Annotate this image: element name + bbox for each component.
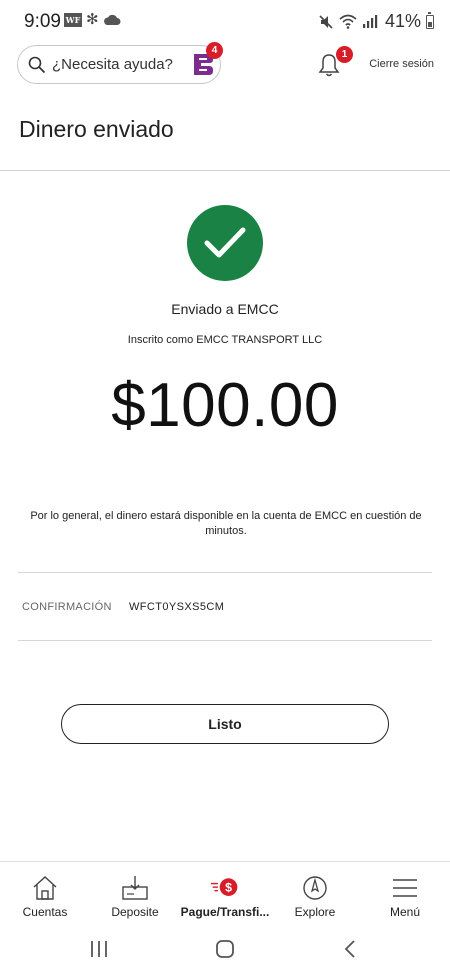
nav-item-accounts[interactable]: Cuentas (0, 862, 90, 924)
battery-percent: 41% (384, 11, 421, 31)
signal-icon (362, 15, 378, 28)
enrolled-as-text: Inscrito como EMCC TRANSPORT LLC (127, 334, 323, 346)
sent-to-text: Enviado a EMCC (171, 301, 279, 317)
home-icon (30, 874, 60, 902)
confirmation-label: CONFIRMACIÓN (22, 601, 112, 613)
notifications-button[interactable]: 1 (316, 46, 353, 80)
status-time: 9:09 (24, 11, 61, 32)
cloud-icon (103, 14, 121, 25)
compass-icon (300, 874, 330, 902)
home-button-icon[interactable] (214, 938, 236, 960)
back-icon[interactable] (342, 938, 358, 960)
battery-icon (426, 12, 434, 29)
availability-note: Por lo general, el dinero estará disponi… (30, 510, 422, 537)
assistant-button[interactable]: 4 (189, 42, 223, 78)
logout-link[interactable]: Cierre sesión (369, 58, 434, 70)
status-right-icons: 41% (318, 11, 434, 32)
page-title-bar: Dinero enviado (0, 92, 450, 171)
nav-label: Deposite (111, 905, 159, 919)
nav-item-menu[interactable]: Menú (360, 862, 450, 924)
deposit-icon (120, 874, 150, 902)
recent-apps-icon[interactable] (89, 938, 109, 960)
app-header: ¿Necesita ayuda? 4 1 Cierre sesión (0, 42, 450, 92)
wifi-icon (339, 14, 357, 29)
divider (18, 640, 432, 641)
assistant-badge: 4 (206, 42, 223, 59)
wf-app-icon: WF (64, 13, 82, 27)
pay-transfer-icon: $ (210, 874, 240, 902)
hamburger-icon (390, 874, 420, 902)
status-left-icons: WF ✻ (64, 12, 121, 28)
help-search-input[interactable]: ¿Necesita ayuda? 4 (17, 42, 223, 84)
mute-icon (319, 14, 333, 29)
search-icon (28, 56, 46, 73)
system-nav (0, 924, 450, 975)
nav-item-pay-transfer[interactable]: $ Pague/Transfi... (180, 862, 270, 924)
search-placeholder: ¿Necesita ayuda? (52, 56, 173, 73)
nav-label: Cuentas (22, 905, 68, 919)
amount-sent: $100.00 (111, 371, 339, 440)
svg-text:$: $ (225, 881, 232, 895)
done-button[interactable]: Listo (61, 704, 389, 744)
nav-label: Explore (294, 905, 336, 919)
flower-icon: ✻ (86, 11, 99, 28)
nav-item-explore[interactable]: Explore (270, 862, 360, 924)
page-title: Dinero enviado (19, 116, 174, 142)
nav-label: Menú (389, 905, 421, 919)
divider (18, 572, 432, 573)
success-check-icon (187, 205, 263, 281)
nav-label: Pague/Transfi... (180, 905, 270, 919)
confirmation-code: WFCT0YSXS5CM (129, 601, 225, 613)
status-bar: 9:09 WF ✻ 41% (0, 0, 450, 42)
notifications-badge: 1 (336, 46, 353, 63)
nav-item-deposit[interactable]: Deposite (90, 862, 180, 924)
bottom-nav: Cuentas Deposite $ Pague/Transfi... Expl… (0, 861, 450, 924)
